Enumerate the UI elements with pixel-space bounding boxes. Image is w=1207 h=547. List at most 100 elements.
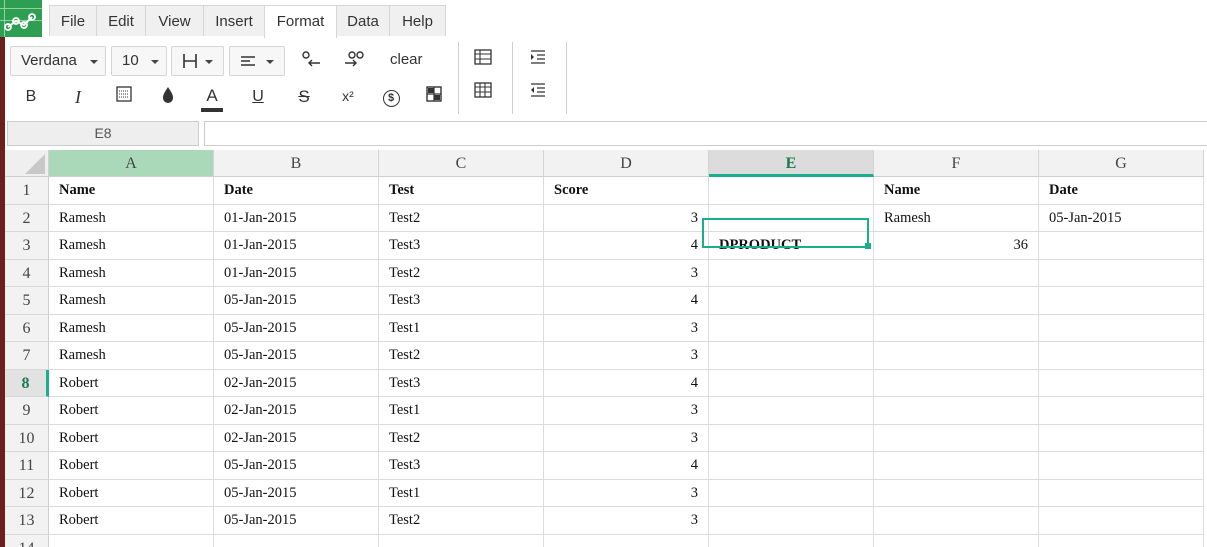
cell-a14[interactable] (49, 534, 214, 547)
formula-bar[interactable] (204, 121, 1207, 146)
cell-g11[interactable] (1039, 452, 1204, 480)
cell-e14[interactable] (709, 534, 874, 547)
cell-f1[interactable]: Name (874, 177, 1039, 205)
cell-d2[interactable]: 3 (544, 204, 709, 232)
row-header-12[interactable]: 12 (5, 479, 49, 507)
row-header-3[interactable]: 3 (5, 232, 49, 260)
cell-f10[interactable] (874, 424, 1039, 452)
cell-f13[interactable] (874, 507, 1039, 535)
cell-c13[interactable]: Test2 (379, 507, 544, 535)
cell-f9[interactable] (874, 397, 1039, 425)
row-header-5[interactable]: 5 (5, 287, 49, 315)
menu-data[interactable]: Data (336, 5, 390, 36)
bold-button[interactable]: B (20, 86, 42, 108)
decrease-decimal-button[interactable] (300, 49, 322, 71)
conditional-format-button[interactable] (423, 86, 445, 108)
cell-g4[interactable] (1039, 259, 1204, 287)
column-header-e[interactable]: E (709, 150, 874, 177)
cell-g10[interactable] (1039, 424, 1204, 452)
cell-d1[interactable]: Score (544, 177, 709, 205)
cell-e4[interactable] (709, 259, 874, 287)
menu-view[interactable]: View (145, 5, 204, 36)
cell-g5[interactable] (1039, 287, 1204, 315)
cell-g13[interactable] (1039, 507, 1204, 535)
column-header-g[interactable]: G (1039, 150, 1204, 177)
cell-d3[interactable]: 4 (544, 232, 709, 260)
cell-a10[interactable]: Robert (49, 424, 214, 452)
cell-a7[interactable]: Ramesh (49, 342, 214, 370)
cell-f6[interactable] (874, 314, 1039, 342)
cell-d5[interactable]: 4 (544, 287, 709, 315)
cell-d8[interactable]: 4 (544, 369, 709, 397)
cell-c7[interactable]: Test2 (379, 342, 544, 370)
insert-table-button[interactable] (472, 49, 494, 71)
select-all-corner[interactable] (5, 150, 49, 177)
row-header-7[interactable]: 7 (5, 342, 49, 370)
cell-b3[interactable]: 01-Jan-2015 (214, 232, 379, 260)
cell-e6[interactable] (709, 314, 874, 342)
cell-f7[interactable] (874, 342, 1039, 370)
row-header-8[interactable]: 8 (5, 369, 49, 397)
superscript-button[interactable]: x² (337, 85, 359, 107)
cell-f14[interactable] (874, 534, 1039, 547)
cell-b12[interactable]: 05-Jan-2015 (214, 479, 379, 507)
cell-b10[interactable]: 02-Jan-2015 (214, 424, 379, 452)
cell-c4[interactable]: Test2 (379, 259, 544, 287)
cell-g2[interactable]: 05-Jan-2015 (1039, 204, 1204, 232)
cell-c12[interactable]: Test1 (379, 479, 544, 507)
cell-d9[interactable]: 3 (544, 397, 709, 425)
cell-e12[interactable] (709, 479, 874, 507)
row-header-14[interactable]: 14 (5, 534, 49, 547)
cell-a6[interactable]: Ramesh (49, 314, 214, 342)
cell-d13[interactable]: 3 (544, 507, 709, 535)
cell-e1[interactable] (709, 177, 874, 205)
cell-a3[interactable]: Ramesh (49, 232, 214, 260)
cell-b6[interactable]: 05-Jan-2015 (214, 314, 379, 342)
fill-handle[interactable] (865, 243, 871, 249)
indent-button[interactable] (527, 49, 549, 71)
cell-g7[interactable] (1039, 342, 1204, 370)
cell-g12[interactable] (1039, 479, 1204, 507)
cell-c9[interactable]: Test1 (379, 397, 544, 425)
table-grid-button[interactable] (472, 82, 494, 104)
row-header-6[interactable]: 6 (5, 314, 49, 342)
cell-b11[interactable]: 05-Jan-2015 (214, 452, 379, 480)
cell-f12[interactable] (874, 479, 1039, 507)
menu-file[interactable]: File (49, 5, 97, 36)
cell-b7[interactable]: 05-Jan-2015 (214, 342, 379, 370)
clear-button[interactable]: clear (390, 51, 423, 68)
cell-d12[interactable]: 3 (544, 479, 709, 507)
cell-c1[interactable]: Test (379, 177, 544, 205)
cell-d6[interactable]: 3 (544, 314, 709, 342)
column-header-b[interactable]: B (214, 150, 379, 177)
cell-e13[interactable] (709, 507, 874, 535)
cell-e11[interactable] (709, 452, 874, 480)
row-header-2[interactable]: 2 (5, 204, 49, 232)
currency-button[interactable]: $ (380, 86, 402, 108)
text-color-button[interactable]: A (201, 85, 223, 112)
cell-c6[interactable]: Test1 (379, 314, 544, 342)
font-family-select[interactable]: Verdana (10, 46, 106, 76)
cell-a9[interactable]: Robert (49, 397, 214, 425)
cell-f2[interactable]: Ramesh (874, 204, 1039, 232)
cell-c5[interactable]: Test3 (379, 287, 544, 315)
cell-c8[interactable]: Test3 (379, 369, 544, 397)
menu-insert[interactable]: Insert (203, 5, 265, 36)
underline-button[interactable]: U (247, 86, 269, 108)
cell-f5[interactable] (874, 287, 1039, 315)
cell-g3[interactable] (1039, 232, 1204, 260)
cell-a11[interactable]: Robert (49, 452, 214, 480)
row-header-11[interactable]: 11 (5, 452, 49, 480)
cell-g1[interactable]: Date (1039, 177, 1204, 205)
cell-d7[interactable]: 3 (544, 342, 709, 370)
cell-a5[interactable]: Ramesh (49, 287, 214, 315)
row-header-4[interactable]: 4 (5, 259, 49, 287)
cell-b14[interactable] (214, 534, 379, 547)
cell-d10[interactable]: 3 (544, 424, 709, 452)
cell-b2[interactable]: 01-Jan-2015 (214, 204, 379, 232)
cell-f8[interactable] (874, 369, 1039, 397)
cell-g6[interactable] (1039, 314, 1204, 342)
column-header-d[interactable]: D (544, 150, 709, 177)
cell-c14[interactable] (379, 534, 544, 547)
row-header-13[interactable]: 13 (5, 507, 49, 535)
